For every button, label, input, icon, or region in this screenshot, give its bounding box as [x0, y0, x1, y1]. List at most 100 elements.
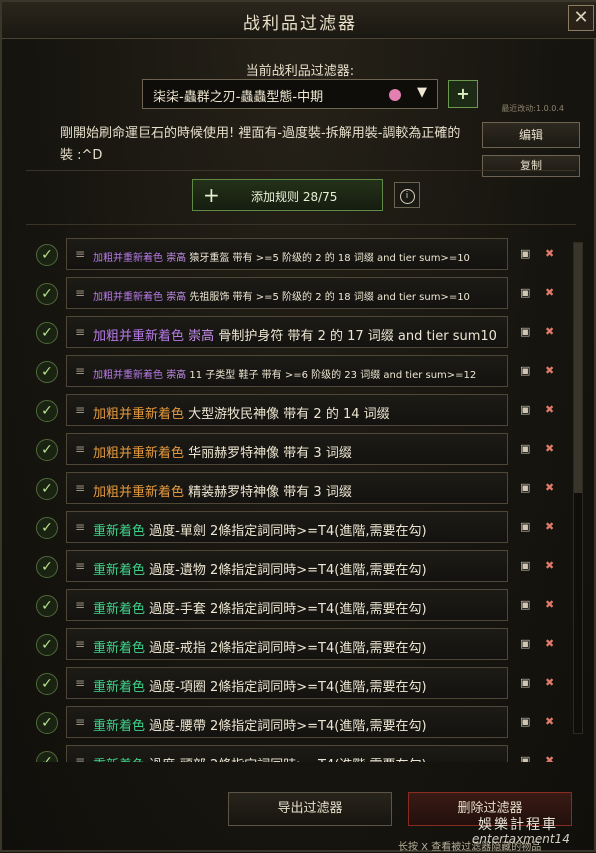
copy-icon[interactable]: ▣: [520, 403, 530, 416]
delete-icon[interactable]: ✖: [545, 559, 554, 572]
check-icon[interactable]: ✓: [36, 634, 58, 656]
rule-item[interactable]: ≡ 加粗并重新着色 崇高 骨制护身符 带有 2 的 17 词缀 and tier…: [66, 316, 508, 348]
copy-button[interactable]: 复制: [482, 155, 580, 177]
check-icon[interactable]: ✓: [36, 400, 58, 422]
copy-icon[interactable]: ▣: [520, 715, 530, 728]
delete-icon[interactable]: ✖: [545, 676, 554, 689]
grip-icon[interactable]: ≡: [75, 638, 85, 650]
grip-icon[interactable]: ≡: [75, 326, 85, 338]
grip-icon[interactable]: ≡: [75, 443, 85, 455]
copy-icon[interactable]: ▣: [520, 286, 530, 299]
grip-icon[interactable]: ≡: [75, 482, 85, 494]
delete-icon[interactable]: ✖: [545, 754, 554, 762]
rule-condition: 過度-頭部 2條指定詞同時>=T4(進階,需要在勾): [149, 758, 426, 762]
rule-item[interactable]: ≡ 重新着色 過度-項圈 2條指定詞同時>=T4(進階,需要在勾): [66, 667, 508, 699]
rule-item[interactable]: ≡ 重新着色 過度-腰帶 2條指定詞同時>=T4(進階,需要在勾): [66, 706, 508, 738]
grip-icon[interactable]: ≡: [75, 560, 85, 572]
delete-icon[interactable]: ✖: [545, 364, 554, 377]
check-icon[interactable]: ✓: [36, 595, 58, 617]
info-button[interactable]: i: [394, 182, 420, 208]
rule-row: ✓ ≡ 加粗并重新着色 精装赫罗特神像 带有 3 词缀 ▣ ✖: [32, 472, 572, 504]
rule-condition: 過度-腰帶 2條指定詞同時>=T4(進階,需要在勾): [149, 719, 427, 734]
delete-icon[interactable]: ✖: [545, 325, 554, 338]
rule-action: 加粗并重新着色: [93, 292, 163, 303]
rule-row: ✓ ≡ 重新着色 過度-遺物 2條指定詞同時>=T4(進階,需要在勾) ▣ ✖: [32, 550, 572, 582]
loot-filter-window: 战利品过滤器 ✕ 当前战利品过滤器: 柒柒-蟲群之刃-蟲蟲型態-中期 ▼ + 最…: [0, 0, 596, 853]
copy-icon[interactable]: ▣: [520, 598, 530, 611]
grip-icon[interactable]: ≡: [75, 287, 85, 299]
rule-text: 加粗并重新着色 大型游牧民神像 带有 2 的 14 词缀: [93, 403, 390, 422]
rule-item[interactable]: ≡ 加粗并重新着色 精装赫罗特神像 带有 3 词缀: [66, 472, 508, 504]
rule-item[interactable]: ≡ 重新着色 過度-戒指 2條指定詞同時>=T4(進階,需要在勾): [66, 628, 508, 660]
plus-icon: +: [203, 183, 220, 207]
copy-icon[interactable]: ▣: [520, 364, 530, 377]
delete-icon[interactable]: ✖: [545, 286, 554, 299]
grip-icon[interactable]: ≡: [75, 599, 85, 611]
new-filter-button[interactable]: +: [448, 80, 478, 108]
check-icon[interactable]: ✓: [36, 478, 58, 500]
grip-icon[interactable]: ≡: [75, 248, 85, 260]
copy-icon[interactable]: ▣: [520, 325, 530, 338]
delete-icon[interactable]: ✖: [545, 481, 554, 494]
check-icon[interactable]: ✓: [36, 322, 58, 344]
edit-button[interactable]: 编辑: [482, 122, 580, 148]
delete-icon[interactable]: ✖: [545, 403, 554, 416]
grip-icon[interactable]: ≡: [75, 521, 85, 533]
close-button[interactable]: ✕: [568, 5, 594, 31]
rule-action: 加粗并重新着色: [93, 407, 185, 422]
rule-text: 重新着色 過度-單劍 2條指定詞同時>=T4(進階,需要在勾): [93, 520, 427, 539]
add-rule-button[interactable]: + 添加规则 28/75: [192, 179, 383, 211]
check-icon[interactable]: ✓: [36, 751, 58, 762]
copy-icon[interactable]: ▣: [520, 247, 530, 260]
rule-text: 加粗并重新着色 崇高 骨制护身符 带有 2 的 17 词缀 and tier s…: [93, 325, 497, 344]
grip-icon[interactable]: ≡: [75, 677, 85, 689]
check-icon[interactable]: ✓: [36, 283, 58, 305]
check-icon[interactable]: ✓: [36, 673, 58, 695]
delete-icon[interactable]: ✖: [545, 637, 554, 650]
rule-action: 重新着色: [93, 680, 146, 695]
rule-item[interactable]: ≡ 加粗并重新着色 崇高 先祖服饰 带有 >=5 阶级的 2 的 18 词缀 a…: [66, 277, 508, 309]
check-icon[interactable]: ✓: [36, 361, 58, 383]
delete-icon[interactable]: ✖: [545, 520, 554, 533]
copy-icon[interactable]: ▣: [520, 637, 530, 650]
rule-item[interactable]: ≡ 重新着色 過度-遺物 2條指定詞同時>=T4(進階,需要在勾): [66, 550, 508, 582]
rule-item[interactable]: ≡ 重新着色 過度-手套 2條指定詞同時>=T4(進階,需要在勾): [66, 589, 508, 621]
copy-icon[interactable]: ▣: [520, 559, 530, 572]
copy-icon[interactable]: ▣: [520, 520, 530, 533]
rule-action: 加粗并重新着色: [93, 329, 185, 344]
delete-icon[interactable]: ✖: [545, 598, 554, 611]
rule-text: 重新着色 過度-項圈 2條指定詞同時>=T4(進階,需要在勾): [93, 676, 427, 695]
rule-item[interactable]: ≡ 加粗并重新着色 华丽赫罗特神像 带有 3 词缀: [66, 433, 508, 465]
scrollbar-thumb[interactable]: [574, 243, 582, 493]
export-filter-button[interactable]: 导出过滤器: [228, 792, 392, 826]
rule-item[interactable]: ≡ 加粗并重新着色 大型游牧民神像 带有 2 的 14 词缀: [66, 394, 508, 426]
rule-item[interactable]: ≡ 加粗并重新着色 崇高 猿牙重盔 带有 >=5 阶级的 2 的 18 词缀 a…: [66, 238, 508, 270]
check-icon[interactable]: ✓: [36, 244, 58, 266]
delete-icon[interactable]: ✖: [545, 247, 554, 260]
rule-item[interactable]: ≡ 加粗并重新着色 崇高 11 子类型 鞋子 带有 >=6 阶级的 23 词缀 …: [66, 355, 508, 387]
rule-row: ✓ ≡ 加粗并重新着色 崇高 骨制护身符 带有 2 的 17 词缀 and ti…: [32, 316, 572, 348]
copy-icon[interactable]: ▣: [520, 676, 530, 689]
rule-text: 重新着色 過度-戒指 2條指定詞同時>=T4(進階,需要在勾): [93, 637, 427, 656]
delete-icon[interactable]: ✖: [545, 715, 554, 728]
rule-item[interactable]: ≡ 重新着色 過度-單劍 2條指定詞同時>=T4(進階,需要在勾): [66, 511, 508, 543]
rule-row: ✓ ≡ 重新着色 過度-頭部 2條指定詞同時>=T4(進階,需要在勾) ▣ ✖: [32, 745, 572, 762]
copy-icon[interactable]: ▣: [520, 442, 530, 455]
rule-action: 重新着色: [93, 719, 146, 734]
rule-item[interactable]: ≡ 重新着色 過度-頭部 2條指定詞同時>=T4(進階,需要在勾): [66, 745, 508, 762]
rule-condition: 過度-手套 2條指定詞同時>=T4(進階,需要在勾): [149, 602, 427, 617]
scrollbar[interactable]: [573, 242, 583, 734]
delete-icon[interactable]: ✖: [545, 442, 554, 455]
copy-icon[interactable]: ▣: [520, 481, 530, 494]
check-icon[interactable]: ✓: [36, 439, 58, 461]
rule-action: 加粗并重新着色: [93, 370, 163, 381]
grip-icon[interactable]: ≡: [75, 365, 85, 377]
copy-icon[interactable]: ▣: [520, 754, 530, 762]
check-icon[interactable]: ✓: [36, 712, 58, 734]
filter-select[interactable]: 柒柒-蟲群之刃-蟲蟲型態-中期 ▼: [142, 79, 438, 109]
grip-icon[interactable]: ≡: [75, 716, 85, 728]
check-icon[interactable]: ✓: [36, 556, 58, 578]
check-icon[interactable]: ✓: [36, 517, 58, 539]
grip-icon[interactable]: ≡: [75, 755, 85, 762]
grip-icon[interactable]: ≡: [75, 404, 85, 416]
